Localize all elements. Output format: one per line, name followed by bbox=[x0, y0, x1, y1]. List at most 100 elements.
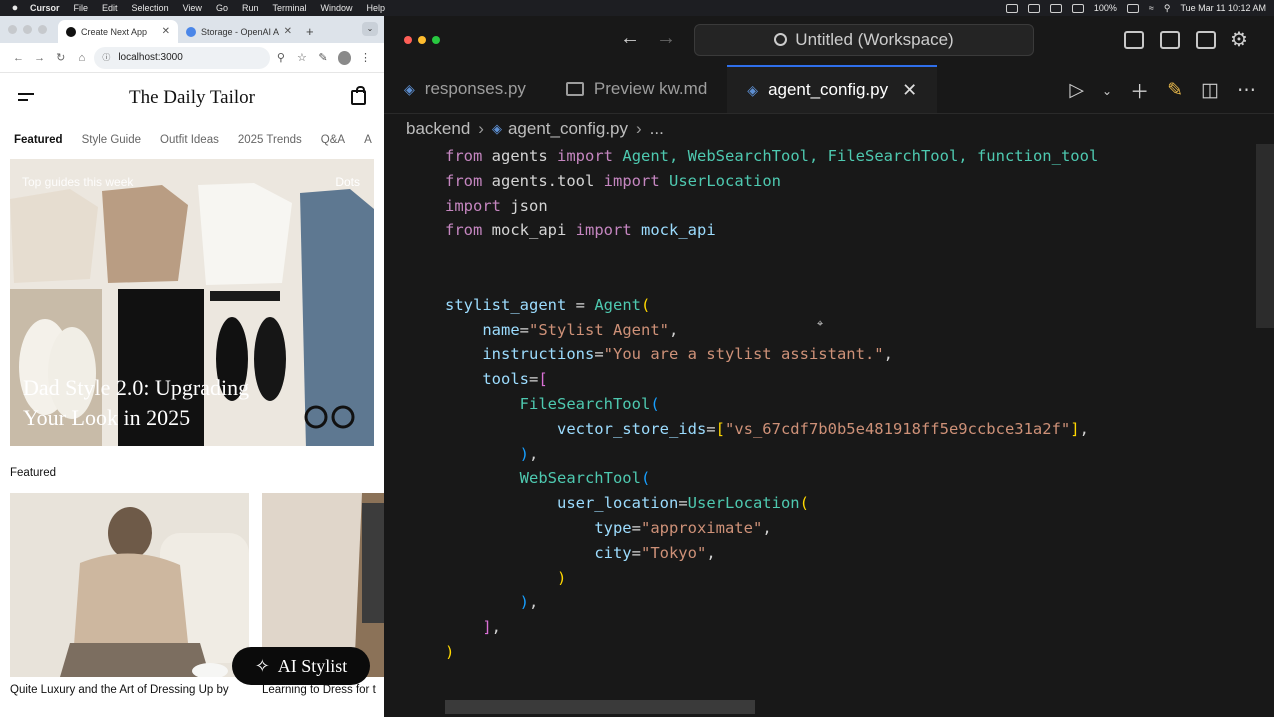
profile-avatar[interactable] bbox=[337, 50, 351, 65]
nav-featured[interactable]: Featured bbox=[14, 134, 63, 146]
site-title[interactable]: The Daily Tailor bbox=[129, 87, 255, 109]
toggle-sidebar-icon[interactable] bbox=[1124, 31, 1144, 49]
close-window-button[interactable] bbox=[404, 36, 412, 44]
more-actions-icon[interactable]: ⋯ bbox=[1237, 79, 1256, 102]
more-menu-icon[interactable]: ⋮ bbox=[355, 51, 376, 64]
tab-preview-kw-md[interactable]: Preview kw.md bbox=[546, 65, 727, 113]
back-arrow-icon[interactable]: ← bbox=[8, 52, 29, 64]
minimize-window-button[interactable] bbox=[418, 36, 426, 44]
run-play-icon[interactable]: ▷ bbox=[1069, 79, 1084, 102]
status-icon[interactable] bbox=[1027, 3, 1040, 13]
nav-more[interactable]: A bbox=[364, 134, 372, 146]
hero-article-card[interactable]: Top guides this week Dots Dad Style 2.0:… bbox=[10, 159, 374, 446]
toggle-secondary-sidebar-icon[interactable] bbox=[1196, 31, 1216, 49]
maximize-window-button[interactable] bbox=[38, 25, 47, 34]
tab-agent-config-py[interactable]: ◈ agent_config.py ✕ bbox=[727, 65, 938, 113]
extensions-icon[interactable]: ✎ bbox=[312, 51, 333, 64]
menu-edit[interactable]: Edit bbox=[102, 3, 118, 13]
menu-help[interactable]: Help bbox=[367, 3, 386, 13]
article-card[interactable] bbox=[10, 493, 249, 677]
clock[interactable]: Tue Mar 11 10:12 AM bbox=[1180, 3, 1266, 13]
bookmark-star-icon[interactable]: ☆ bbox=[291, 51, 312, 64]
wifi-icon[interactable]: ≈ bbox=[1149, 3, 1154, 13]
menu-window[interactable]: Window bbox=[320, 3, 352, 13]
tab-label: agent_config.py bbox=[768, 80, 889, 99]
window-controls bbox=[8, 25, 47, 34]
home-icon[interactable]: ⌂ bbox=[71, 52, 92, 64]
maximize-window-button[interactable] bbox=[432, 36, 440, 44]
code-line: FileSearchTool( bbox=[519, 394, 660, 413]
menu-selection[interactable]: Selection bbox=[132, 3, 169, 13]
code-line: from agents import Agent, WebSearchTool,… bbox=[445, 147, 1099, 165]
close-tab-icon[interactable]: ✕ bbox=[162, 26, 170, 37]
shopping-bag-icon[interactable] bbox=[351, 86, 366, 105]
menu-app-name[interactable]: Cursor bbox=[30, 3, 60, 13]
article-caption[interactable]: Learning to Dress for t bbox=[262, 684, 382, 696]
tab-search-chevron-icon[interactable]: ⌄ bbox=[362, 22, 378, 36]
menu-file[interactable]: File bbox=[74, 3, 89, 13]
screen-share-icon[interactable] bbox=[1071, 3, 1084, 13]
python-file-icon: ◈ bbox=[491, 121, 502, 136]
nav-2025-trends[interactable]: 2025 Trends bbox=[238, 134, 302, 146]
hero-headline[interactable]: Dad Style 2.0: Upgrading Your Look in 20… bbox=[23, 373, 293, 433]
article-caption[interactable]: Quite Luxury and the Art of Dressing Up … bbox=[10, 684, 250, 696]
window-controls bbox=[404, 36, 440, 44]
zoom-icon[interactable]: ⚲ bbox=[270, 51, 291, 64]
code-line: user_location=UserLocation( bbox=[556, 494, 809, 513]
browser-tab-create-next-app[interactable]: Create Next App ✕ bbox=[58, 20, 178, 43]
close-tab-icon[interactable]: ✕ bbox=[902, 80, 917, 101]
close-window-button[interactable] bbox=[8, 25, 17, 34]
nav-style-guide[interactable]: Style Guide bbox=[82, 134, 141, 146]
status-icon[interactable] bbox=[1005, 3, 1018, 13]
menu-run[interactable]: Run bbox=[242, 3, 259, 13]
editor-window: ← → Untitled (Workspace) ⚙ ◈ responses.p… bbox=[384, 16, 1274, 717]
ai-stylist-button[interactable]: ✧ AI Stylist bbox=[232, 647, 370, 685]
toggle-panel-icon[interactable] bbox=[1160, 31, 1180, 49]
code-line: tools=[ bbox=[482, 370, 548, 389]
code-line: instructions="You are a stylist assistan… bbox=[482, 345, 893, 364]
reload-icon[interactable]: ↻ bbox=[50, 51, 71, 64]
status-icon[interactable] bbox=[1049, 3, 1062, 13]
code-editor[interactable]: from agents import Agent, WebSearchTool,… bbox=[445, 144, 1098, 665]
sparkle-icon: ✧ bbox=[254, 655, 270, 676]
editor-actions: ▷ ⌄ ＋ ✎ ◫ ⋯ bbox=[1069, 77, 1256, 104]
code-line: from agents.tool import UserLocation bbox=[445, 171, 781, 190]
battery-icon[interactable] bbox=[1126, 3, 1139, 13]
vertical-scrollbar[interactable] bbox=[1256, 144, 1274, 328]
breadcrumb-more[interactable]: ... bbox=[650, 119, 664, 139]
add-icon[interactable]: ＋ bbox=[1130, 77, 1149, 104]
menu-view[interactable]: View bbox=[183, 3, 202, 13]
breadcrumb-folder[interactable]: backend bbox=[406, 119, 470, 139]
highlighter-icon[interactable]: ✎ bbox=[1167, 79, 1183, 102]
nav-outfit-ideas[interactable]: Outfit Ideas bbox=[160, 134, 219, 146]
hamburger-menu-icon[interactable] bbox=[18, 93, 34, 105]
nextjs-favicon-icon bbox=[66, 26, 76, 37]
breadcrumb-file[interactable]: agent_config.py bbox=[508, 119, 628, 139]
search-icon[interactable]: ⚲ bbox=[1164, 3, 1171, 14]
horizontal-scrollbar[interactable] bbox=[445, 700, 755, 714]
settings-gear-icon[interactable]: ⚙ bbox=[1230, 27, 1248, 52]
battery-percent: 100% bbox=[1093, 3, 1117, 13]
menu-go[interactable]: Go bbox=[216, 3, 228, 13]
split-editor-icon[interactable]: ◫ bbox=[1201, 79, 1219, 102]
address-bar[interactable]: ⓘ localhost:3000 bbox=[94, 46, 271, 69]
new-tab-button[interactable]: + bbox=[306, 24, 314, 39]
code-line: ), bbox=[519, 444, 539, 463]
close-tab-icon[interactable]: ✕ bbox=[284, 26, 292, 37]
site-info-icon[interactable]: ⓘ bbox=[102, 52, 110, 63]
nav-qa[interactable]: Q&A bbox=[321, 134, 345, 146]
forward-arrow-icon[interactable]: → bbox=[29, 52, 50, 64]
apple-menu-icon[interactable]: ● bbox=[0, 2, 30, 14]
menu-terminal[interactable]: Terminal bbox=[272, 3, 306, 13]
forward-arrow-icon[interactable]: → bbox=[656, 27, 676, 50]
workspace-title: Untitled (Workspace) bbox=[795, 30, 954, 49]
hero-dots-label[interactable]: Dots bbox=[335, 175, 360, 189]
run-dropdown-chevron-icon[interactable]: ⌄ bbox=[1102, 84, 1112, 98]
command-center[interactable]: Untitled (Workspace) bbox=[694, 24, 1034, 56]
back-arrow-icon[interactable]: ← bbox=[620, 27, 640, 50]
browser-tab-storage[interactable]: Storage - OpenAI A ✕ bbox=[178, 20, 300, 43]
tab-responses-py[interactable]: ◈ responses.py bbox=[384, 65, 546, 113]
minimize-window-button[interactable] bbox=[23, 25, 32, 34]
python-file-icon: ◈ bbox=[747, 81, 759, 98]
